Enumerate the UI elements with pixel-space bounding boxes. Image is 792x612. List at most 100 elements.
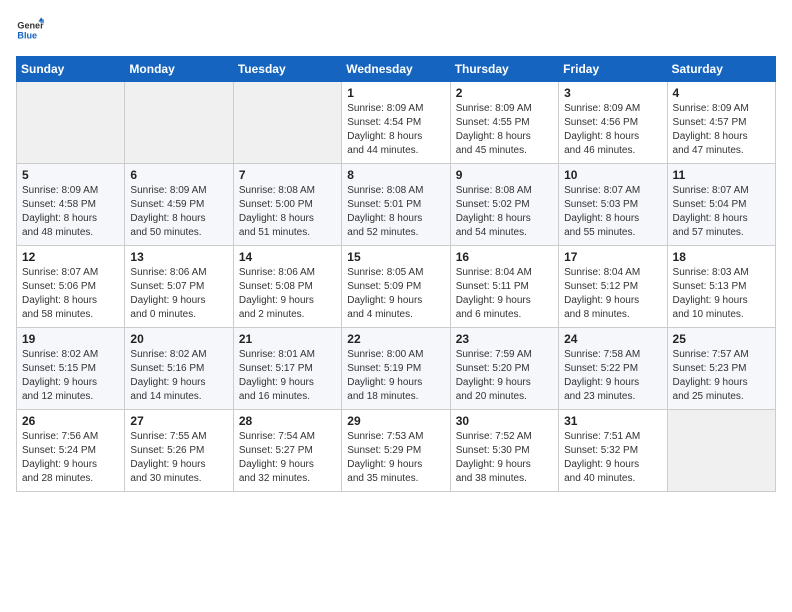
calendar-cell: 30 Sunrise: 7:52 AM Sunset: 5:30 PM Dayli… — [450, 410, 558, 492]
calendar-cell: 4 Sunrise: 8:09 AM Sunset: 4:57 PM Daylig… — [667, 82, 775, 164]
day-info: Sunrise: 8:09 AM Sunset: 4:59 PM Dayligh… — [130, 184, 227, 240]
day-number: 4 — [673, 86, 770, 100]
day-number: 5 — [22, 168, 119, 182]
calendar-cell: 31Sunrise: 7:51 AM Sunset: 5:32 PM Dayli… — [559, 410, 667, 492]
day-number: 7 — [239, 168, 336, 182]
day-info: Sunrise: 8:03 AM Sunset: 5:13 PM Dayligh… — [673, 266, 770, 322]
calendar-cell: 13 Sunrise: 8:06 AM Sunset: 5:07 PM Dayli… — [125, 246, 233, 328]
calendar-cell — [233, 82, 341, 164]
page-header: General Blue — [16, 16, 776, 44]
day-number: 31 — [564, 414, 661, 428]
day-number: 1 — [347, 86, 444, 100]
day-info: Sunrise: 7:53 AM Sunset: 5:29 PM Dayligh… — [347, 430, 444, 486]
calendar-cell: 12Sunrise: 8:07 AM Sunset: 5:06 PM Dayli… — [17, 246, 125, 328]
weekday-header-row: SundayMondayTuesdayWednesdayThursdayFrid… — [17, 57, 776, 82]
day-info: Sunrise: 7:54 AM Sunset: 5:27 PM Dayligh… — [239, 430, 336, 486]
day-number: 3 — [564, 86, 661, 100]
week-row-2: 5 Sunrise: 8:09 AM Sunset: 4:58 PM Daylig… — [17, 164, 776, 246]
day-info: Sunrise: 7:52 AM Sunset: 5:30 PM Dayligh… — [456, 430, 553, 486]
weekday-header-wednesday: Wednesday — [342, 57, 450, 82]
day-info: Sunrise: 8:09 AM Sunset: 4:58 PM Dayligh… — [22, 184, 119, 240]
day-info: Sunrise: 8:04 AM Sunset: 5:12 PM Dayligh… — [564, 266, 661, 322]
day-number: 30 — [456, 414, 553, 428]
calendar-cell: 25Sunrise: 7:57 AM Sunset: 5:23 PM Dayli… — [667, 328, 775, 410]
calendar-cell: 21 Sunrise: 8:01 AM Sunset: 5:17 PM Dayli… — [233, 328, 341, 410]
week-row-1: 1 Sunrise: 8:09 AM Sunset: 4:54 PM Daylig… — [17, 82, 776, 164]
calendar-cell: 26 Sunrise: 7:56 AM Sunset: 5:24 PM Dayli… — [17, 410, 125, 492]
calendar-cell: 3 Sunrise: 8:09 AM Sunset: 4:56 PM Daylig… — [559, 82, 667, 164]
day-number: 24 — [564, 332, 661, 346]
calendar-cell: 8Sunrise: 8:08 AM Sunset: 5:01 PM Daylig… — [342, 164, 450, 246]
day-number: 20 — [130, 332, 227, 346]
week-row-5: 26 Sunrise: 7:56 AM Sunset: 5:24 PM Dayli… — [17, 410, 776, 492]
day-number: 10 — [564, 168, 661, 182]
calendar-cell: 15Sunrise: 8:05 AM Sunset: 5:09 PM Dayli… — [342, 246, 450, 328]
day-number: 22 — [347, 332, 444, 346]
weekday-header-friday: Friday — [559, 57, 667, 82]
calendar-cell: 27 Sunrise: 7:55 AM Sunset: 5:26 PM Dayli… — [125, 410, 233, 492]
day-number: 8 — [347, 168, 444, 182]
weekday-header-monday: Monday — [125, 57, 233, 82]
day-info: Sunrise: 8:09 AM Sunset: 4:56 PM Dayligh… — [564, 102, 661, 158]
calendar-cell: 23 Sunrise: 7:59 AM Sunset: 5:20 PM Dayli… — [450, 328, 558, 410]
day-number: 2 — [456, 86, 553, 100]
day-info: Sunrise: 8:05 AM Sunset: 5:09 PM Dayligh… — [347, 266, 444, 322]
day-info: Sunrise: 7:55 AM Sunset: 5:26 PM Dayligh… — [130, 430, 227, 486]
calendar-cell: 19 Sunrise: 8:02 AM Sunset: 5:15 PM Dayli… — [17, 328, 125, 410]
day-info: Sunrise: 8:06 AM Sunset: 5:08 PM Dayligh… — [239, 266, 336, 322]
calendar-cell: 14 Sunrise: 8:06 AM Sunset: 5:08 PM Dayli… — [233, 246, 341, 328]
day-info: Sunrise: 8:04 AM Sunset: 5:11 PM Dayligh… — [456, 266, 553, 322]
day-number: 17 — [564, 250, 661, 264]
svg-text:General: General — [17, 21, 44, 31]
weekday-header-tuesday: Tuesday — [233, 57, 341, 82]
calendar-cell — [17, 82, 125, 164]
day-info: Sunrise: 8:09 AM Sunset: 4:54 PM Dayligh… — [347, 102, 444, 158]
weekday-header-saturday: Saturday — [667, 57, 775, 82]
day-info: Sunrise: 7:56 AM Sunset: 5:24 PM Dayligh… — [22, 430, 119, 486]
calendar-cell: 24 Sunrise: 7:58 AM Sunset: 5:22 PM Dayli… — [559, 328, 667, 410]
day-number: 27 — [130, 414, 227, 428]
day-info: Sunrise: 8:07 AM Sunset: 5:03 PM Dayligh… — [564, 184, 661, 240]
svg-text:Blue: Blue — [17, 30, 37, 40]
day-info: Sunrise: 8:06 AM Sunset: 5:07 PM Dayligh… — [130, 266, 227, 322]
day-number: 26 — [22, 414, 119, 428]
calendar-cell: 22 Sunrise: 8:00 AM Sunset: 5:19 PM Dayli… — [342, 328, 450, 410]
calendar-cell — [125, 82, 233, 164]
calendar-cell: 7 Sunrise: 8:08 AM Sunset: 5:00 PM Daylig… — [233, 164, 341, 246]
day-number: 6 — [130, 168, 227, 182]
calendar-cell: 18 Sunrise: 8:03 AM Sunset: 5:13 PM Dayli… — [667, 246, 775, 328]
day-number: 19 — [22, 332, 119, 346]
day-info: Sunrise: 8:00 AM Sunset: 5:19 PM Dayligh… — [347, 348, 444, 404]
day-number: 25 — [673, 332, 770, 346]
calendar-cell: 5 Sunrise: 8:09 AM Sunset: 4:58 PM Daylig… — [17, 164, 125, 246]
day-number: 18 — [673, 250, 770, 264]
calendar-cell: 11Sunrise: 8:07 AM Sunset: 5:04 PM Dayli… — [667, 164, 775, 246]
day-number: 9 — [456, 168, 553, 182]
logo-icon: General Blue — [16, 16, 44, 44]
week-row-3: 12Sunrise: 8:07 AM Sunset: 5:06 PM Dayli… — [17, 246, 776, 328]
day-info: Sunrise: 8:07 AM Sunset: 5:04 PM Dayligh… — [673, 184, 770, 240]
day-info: Sunrise: 8:09 AM Sunset: 4:57 PM Dayligh… — [673, 102, 770, 158]
day-number: 23 — [456, 332, 553, 346]
calendar-cell: 28 Sunrise: 7:54 AM Sunset: 5:27 PM Dayli… — [233, 410, 341, 492]
calendar-cell: 10 Sunrise: 8:07 AM Sunset: 5:03 PM Dayli… — [559, 164, 667, 246]
weekday-header-sunday: Sunday — [17, 57, 125, 82]
calendar-cell — [667, 410, 775, 492]
day-info: Sunrise: 8:07 AM Sunset: 5:06 PM Dayligh… — [22, 266, 119, 322]
calendar-cell: 16Sunrise: 8:04 AM Sunset: 5:11 PM Dayli… — [450, 246, 558, 328]
day-info: Sunrise: 8:08 AM Sunset: 5:02 PM Dayligh… — [456, 184, 553, 240]
day-info: Sunrise: 8:02 AM Sunset: 5:15 PM Dayligh… — [22, 348, 119, 404]
day-number: 21 — [239, 332, 336, 346]
calendar-cell: 9 Sunrise: 8:08 AM Sunset: 5:02 PM Daylig… — [450, 164, 558, 246]
calendar-cell: 17 Sunrise: 8:04 AM Sunset: 5:12 PM Dayli… — [559, 246, 667, 328]
calendar-cell: 1 Sunrise: 8:09 AM Sunset: 4:54 PM Daylig… — [342, 82, 450, 164]
day-info: Sunrise: 7:59 AM Sunset: 5:20 PM Dayligh… — [456, 348, 553, 404]
day-number: 14 — [239, 250, 336, 264]
day-number: 13 — [130, 250, 227, 264]
calendar-cell: 29 Sunrise: 7:53 AM Sunset: 5:29 PM Dayli… — [342, 410, 450, 492]
day-info: Sunrise: 8:01 AM Sunset: 5:17 PM Dayligh… — [239, 348, 336, 404]
day-number: 29 — [347, 414, 444, 428]
day-number: 28 — [239, 414, 336, 428]
day-info: Sunrise: 8:08 AM Sunset: 5:00 PM Dayligh… — [239, 184, 336, 240]
day-info: Sunrise: 7:58 AM Sunset: 5:22 PM Dayligh… — [564, 348, 661, 404]
